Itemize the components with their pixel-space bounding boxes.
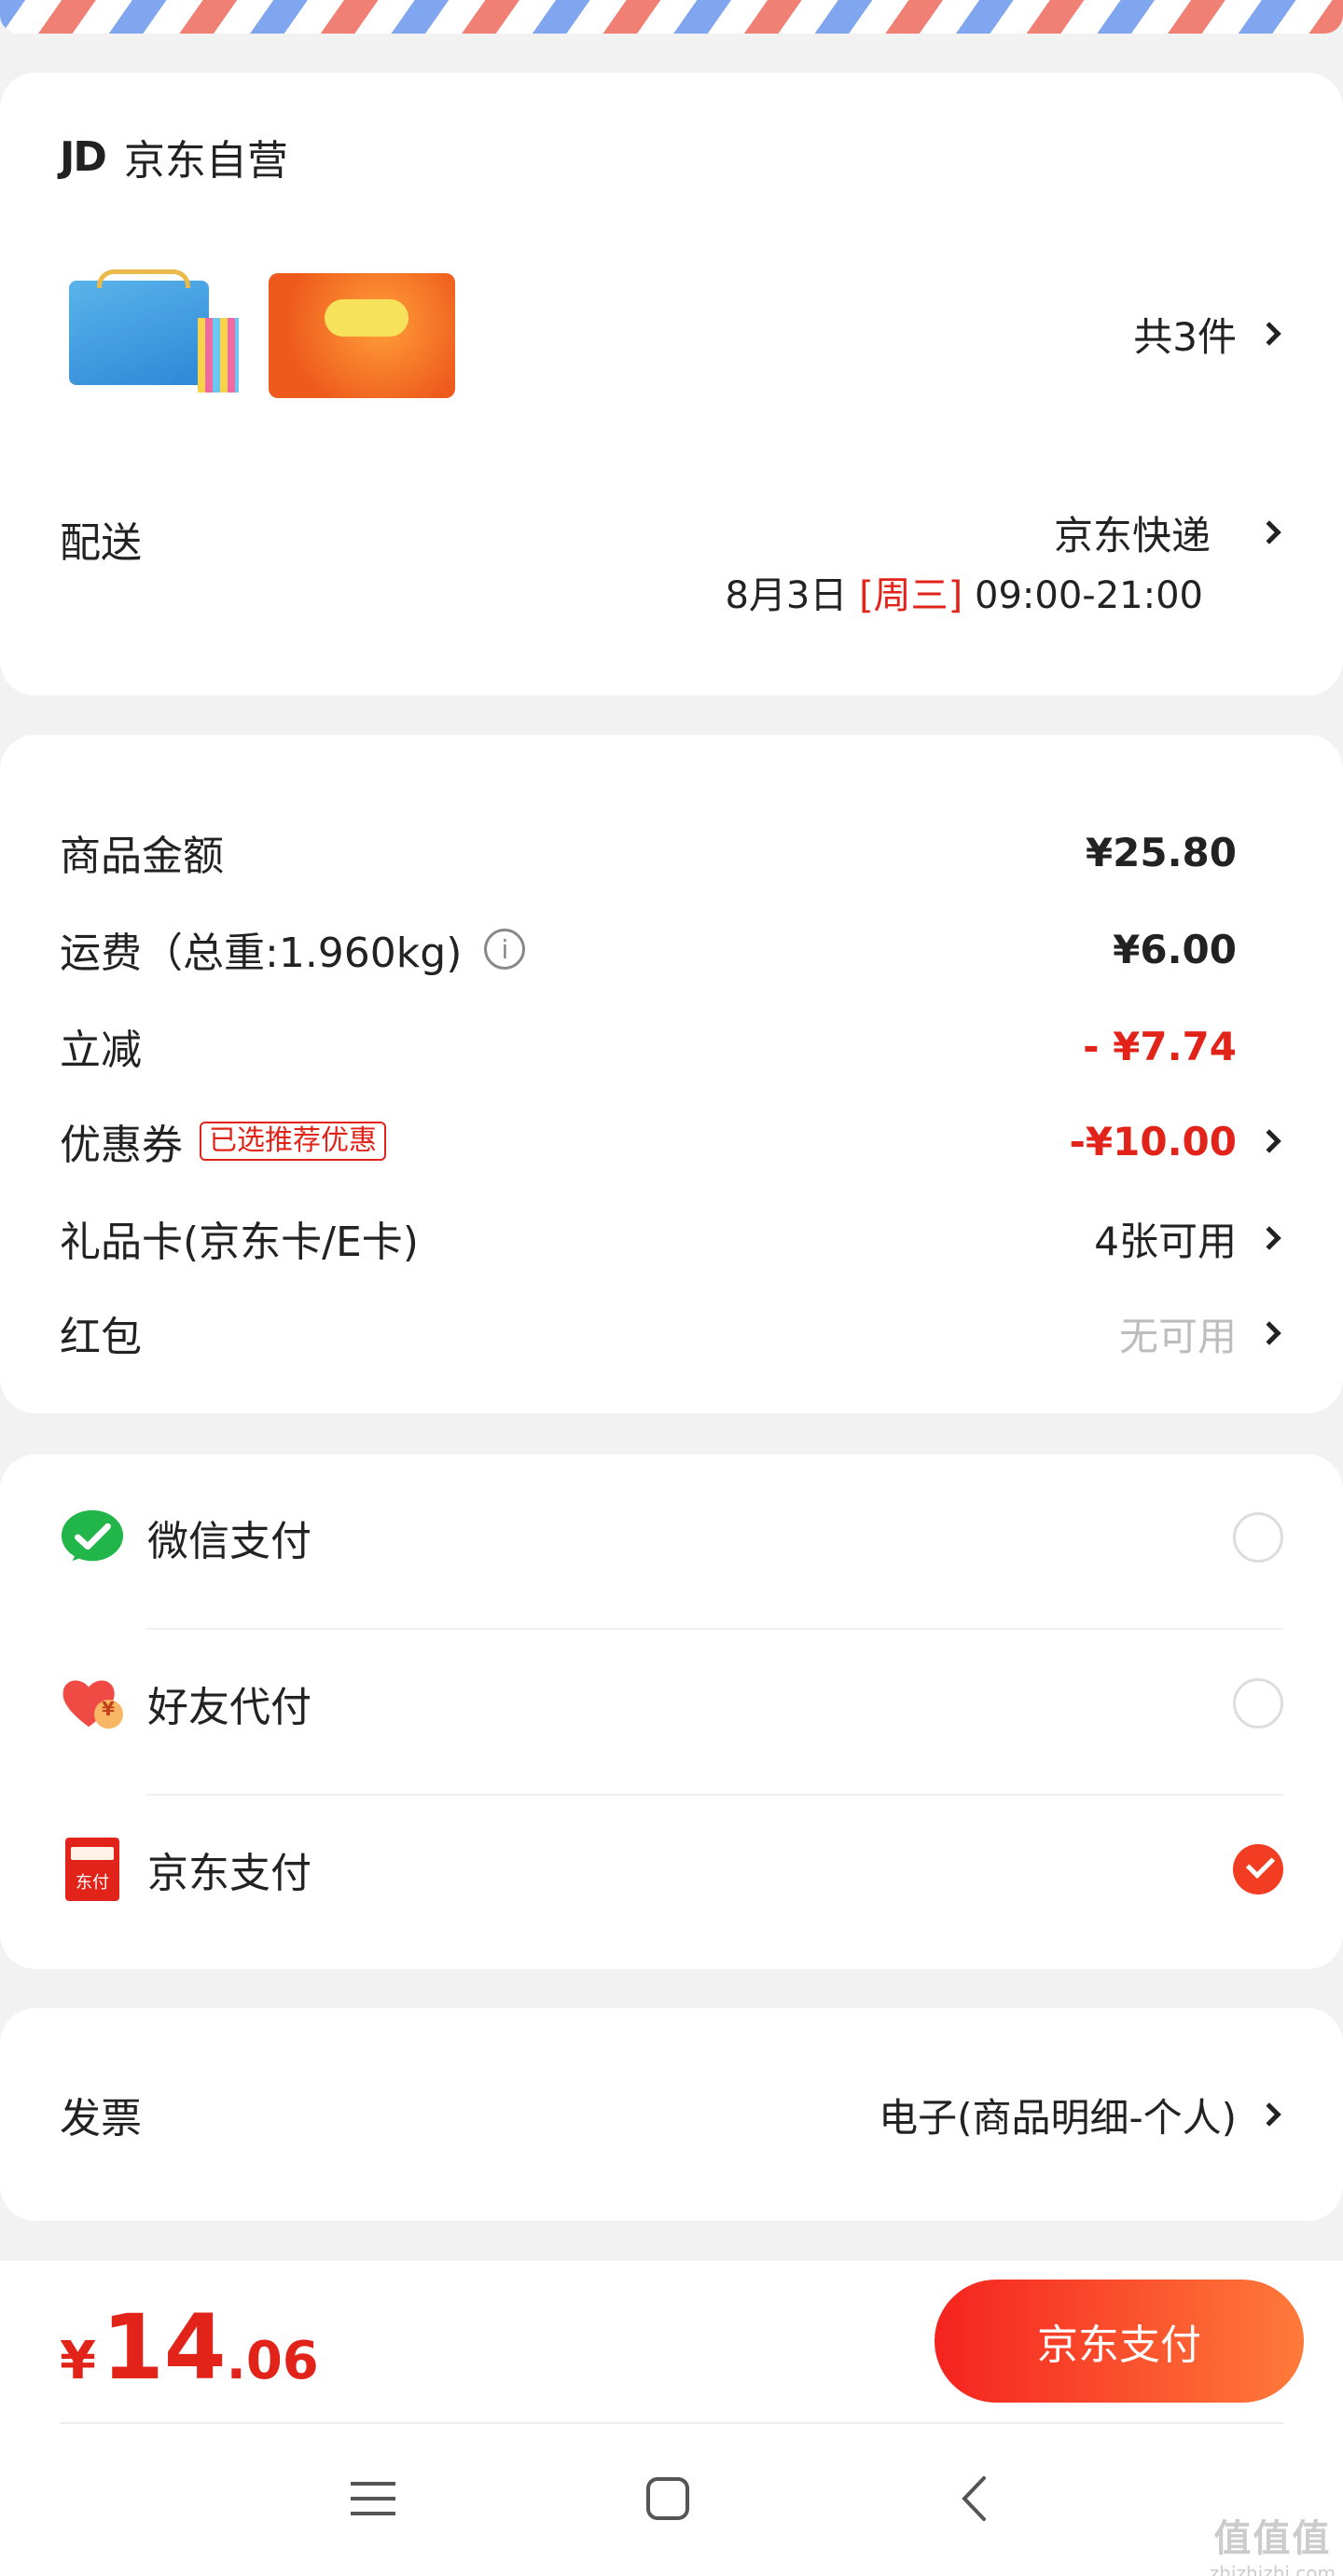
bottom-divider — [60, 2422, 1283, 2424]
shop-header: JD 京东自营 — [60, 129, 1283, 186]
invoice-card[interactable]: 发票 电子(商品明细-个人) — [0, 2008, 1343, 2221]
instant-discount-row: 立减 - ¥7.74 — [60, 1009, 1283, 1083]
snack-bag-label — [325, 299, 408, 337]
wechat-pay-icon — [60, 1505, 125, 1570]
watermark-logo: 值值值 — [1213, 2517, 1332, 2560]
friend-pay-yen: ¥ — [102, 1698, 115, 1720]
jd-pay-icon-card: 东付 — [65, 1838, 119, 1901]
jd-pay-icon-text: 东付 — [76, 1873, 109, 1893]
nav-home-button[interactable] — [630, 2461, 705, 2536]
total-integer: 14 — [101, 2295, 227, 2400]
order-total: ¥ 14 .06 — [60, 2295, 319, 2400]
payment-option-label: 京东支付 — [147, 1850, 312, 1897]
wechat-pay-radio[interactable] — [1233, 1512, 1283, 1563]
delivery-row[interactable]: 配送 京东快递 8月3日 [周三] 09:00-21:00 — [60, 502, 1283, 641]
delivery-time: 09:00-21:00 — [975, 574, 1203, 617]
freight-value: ¥6.00 — [1113, 926, 1237, 972]
goods-amount-row: 商品金额 ¥25.80 — [60, 815, 1283, 889]
coupon-value: -¥10.00 — [1069, 1118, 1237, 1164]
item-count[interactable]: 共3件 — [1133, 306, 1237, 363]
product-thumbnails-row[interactable]: 共3件 — [60, 259, 1283, 408]
payment-card: 微信支付 ¥ 好友代付 东付 京东支付 — [0, 1454, 1343, 1969]
icecream-sticks — [198, 318, 239, 393]
chevron-right-icon — [1257, 1226, 1281, 1250]
jd-pay-icon: 东付 — [60, 1837, 125, 1902]
jd-pay-icon-stripe — [71, 1847, 114, 1860]
back-chevron-icon — [962, 2476, 986, 2521]
coupon-label: 优惠券 — [60, 1122, 183, 1169]
payment-option-friend[interactable]: ¥ 好友代付 — [60, 1639, 1283, 1768]
gift-card-value: 4张可用 — [1094, 1218, 1237, 1264]
total-decimal: .06 — [226, 2331, 319, 2391]
payment-option-label: 微信支付 — [147, 1518, 312, 1565]
product-thumbnail-snack[interactable] — [269, 264, 455, 404]
total-currency: ¥ — [60, 2331, 96, 2391]
home-square-icon — [646, 2477, 689, 2520]
jd-pay-radio-checked[interactable] — [1233, 1844, 1283, 1894]
instant-discount-label: 立减 — [60, 1026, 142, 1074]
jd-pay-button[interactable]: 京东支付 — [935, 2280, 1304, 2403]
invoice-value: 电子(商品明细-个人) — [879, 2094, 1237, 2141]
shop-name: 京东自营 — [123, 137, 288, 185]
delivery-carrier-line: 京东快递 — [725, 502, 1283, 563]
invoice-label: 发票 — [60, 2095, 142, 2142]
icecream-box-lid — [97, 269, 190, 288]
delivery-carrier: 京东快递 — [1053, 512, 1211, 558]
chevron-right-icon — [1257, 520, 1281, 544]
watermark: 值值值 zhizhizhi.com — [1210, 2508, 1336, 2576]
chevron-right-icon — [1257, 2102, 1281, 2127]
airmail-border — [0, 0, 1343, 34]
red-packet-row[interactable]: 红包 无可用 — [60, 1296, 1283, 1371]
delivery-info[interactable]: 京东快递 8月3日 [周三] 09:00-21:00 — [725, 502, 1283, 619]
freight-label: 运费（总重:1.960kg) — [60, 930, 463, 977]
menu-icon — [351, 2482, 395, 2515]
delivery-label: 配送 — [60, 519, 142, 567]
delivery-time-line: 8月3日 [周三] 09:00-21:00 — [725, 565, 1203, 619]
red-packet-value: 无可用 — [1118, 1313, 1237, 1359]
instant-discount-value: - ¥7.74 — [1083, 1023, 1237, 1069]
friend-pay-radio[interactable] — [1233, 1678, 1283, 1729]
freight-row: 运费（总重:1.960kg) i ¥6.00 — [60, 912, 1283, 986]
red-packet-label: 红包 — [60, 1314, 142, 1361]
nav-menu-button[interactable] — [336, 2461, 410, 2536]
goods-amount-value: ¥25.80 — [1085, 829, 1237, 875]
chevron-right-icon — [1257, 322, 1281, 346]
delivery-weekday: [周三] — [859, 574, 963, 617]
info-icon[interactable]: i — [484, 929, 526, 970]
gift-card-label: 礼品卡(京东卡/E卡) — [60, 1219, 419, 1266]
shop-card: JD 京东自营 共3件 配送 京东快递 8月3日 [周三] 09:00-21:0… — [0, 73, 1343, 696]
nav-back-button[interactable] — [936, 2461, 1011, 2536]
invoice-row[interactable]: 发票 电子(商品明细-个人) — [60, 2077, 1283, 2152]
jd-logo: JD — [60, 132, 107, 181]
chevron-right-icon — [1257, 1321, 1281, 1345]
payment-divider — [145, 1794, 1283, 1796]
icecream-box-image — [69, 281, 209, 385]
coupon-row[interactable]: 优惠券 已选推荐优惠 -¥10.00 — [60, 1104, 1283, 1178]
payment-option-jd[interactable]: 东付 京东支付 — [60, 1805, 1283, 1934]
delivery-date: 8月3日 — [725, 574, 848, 617]
goods-amount-label: 商品金额 — [60, 833, 224, 880]
payment-option-wechat[interactable]: 微信支付 — [60, 1473, 1283, 1602]
watermark-url: zhizhizhi.com — [1209, 2562, 1336, 2576]
product-thumbnail-icecream[interactable] — [60, 264, 246, 404]
coupon-recommend-tag: 已选推荐优惠 — [200, 1122, 386, 1161]
payment-divider — [145, 1628, 1283, 1630]
payment-option-label: 好友代付 — [147, 1684, 312, 1731]
friend-pay-icon: ¥ — [60, 1671, 125, 1736]
pricing-card: 商品金额 ¥25.80 运费（总重:1.960kg) i ¥6.00 立减 - … — [0, 735, 1343, 1413]
chevron-right-icon — [1257, 1129, 1281, 1153]
gift-card-row[interactable]: 礼品卡(京东卡/E卡) 4张可用 — [60, 1201, 1283, 1275]
